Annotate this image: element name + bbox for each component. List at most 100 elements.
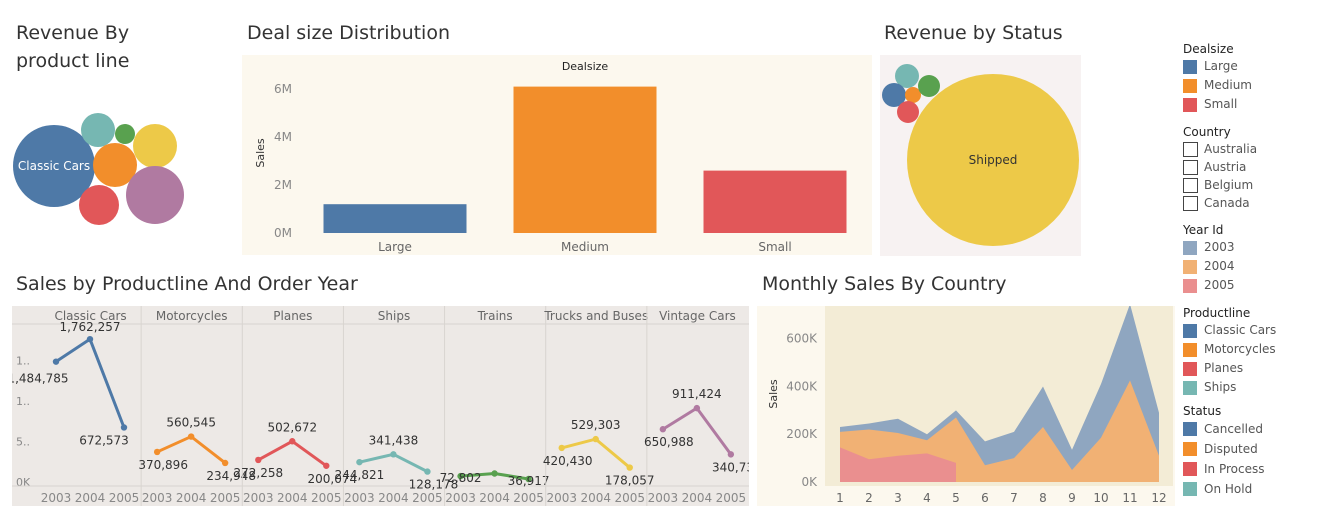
legend-label: Ships <box>1204 380 1237 394</box>
legend-productline-item[interactable]: Classic Cars <box>1183 321 1333 340</box>
y-axis-label: Sales <box>767 379 780 409</box>
legend-dealsize-item[interactable]: Medium <box>1183 76 1333 95</box>
y-tick-label: 4M <box>274 130 292 144</box>
data-label: 529,303 <box>571 418 621 432</box>
data-label: 370,896 <box>138 458 188 472</box>
bubble-item-5 <box>126 166 184 224</box>
legend-productline-item[interactable]: Motorcycles <box>1183 340 1333 359</box>
legend-country-filter[interactable]: Canada <box>1183 194 1333 212</box>
data-point <box>120 424 128 431</box>
legend-swatch <box>1183 482 1197 496</box>
x-tick-label: 2003 <box>648 491 679 505</box>
y-tick-label: 5.. <box>16 435 30 448</box>
data-point <box>693 404 701 412</box>
dealsize-chart-title: Deal size Distribution <box>247 22 451 44</box>
legend-label: Planes <box>1204 361 1244 375</box>
legend-status-item[interactable]: Disputed <box>1183 439 1333 459</box>
y-tick-label: 400K <box>786 379 818 393</box>
x-tick-label: 10 <box>1093 491 1108 505</box>
legend-productline-item[interactable]: Planes <box>1183 359 1333 378</box>
productline-year-chart-title: Sales by Productline And Order Year <box>16 273 358 295</box>
x-tick-label: 3 <box>894 491 902 505</box>
panel-header: Trains <box>477 309 513 323</box>
y-axis-label: Sales <box>254 138 267 168</box>
x-tick-label: 2003 <box>243 491 274 505</box>
data-label: 650,988 <box>644 435 694 449</box>
data-point <box>323 462 330 469</box>
legend-swatch <box>1183 361 1197 376</box>
x-tick-label: 9 <box>1068 491 1076 505</box>
legend-status-item[interactable]: In Process <box>1183 459 1333 479</box>
y-tick-label: 600K <box>786 332 818 346</box>
data-label: 420,430 <box>543 454 593 468</box>
data-point <box>153 448 161 456</box>
bubble-item-3 <box>133 124 177 168</box>
y-tick-label: 0K <box>16 476 31 489</box>
data-label: 341,438 <box>369 433 419 447</box>
legend-label: Disputed <box>1204 441 1258 456</box>
legend-country: Country Australia Austria Belgium Canada <box>1183 124 1333 212</box>
monthly-chart-title: Monthly Sales By Country <box>762 273 1007 295</box>
data-point <box>289 438 296 445</box>
data-point <box>221 459 229 467</box>
legend-label: Austria <box>1204 160 1247 174</box>
checkbox-icon[interactable] <box>1183 177 1198 193</box>
x-tick-label: 2003 <box>546 491 577 505</box>
legend-status-title: Status <box>1183 404 1222 418</box>
legend-year-item[interactable]: 2003 <box>1183 238 1333 257</box>
legend-label: Canada <box>1204 196 1250 210</box>
x-tick-label: 2004 <box>682 491 713 505</box>
x-tick-label: 2004 <box>580 491 611 505</box>
checkbox-icon[interactable] <box>1183 195 1198 211</box>
legend-country-filter[interactable]: Australia <box>1183 140 1333 158</box>
bubble-item-2 <box>115 124 135 144</box>
panel-header: Planes <box>273 309 312 323</box>
x-tick-label: 2003 <box>445 491 476 505</box>
data-point <box>86 335 94 343</box>
legend-label: 2005 <box>1204 278 1235 292</box>
legend-year-item[interactable]: 2005 <box>1183 276 1333 295</box>
status-bubble-chart: Shipped <box>880 55 1081 256</box>
legend-dealsize-item[interactable]: Small <box>1183 95 1333 114</box>
legend-country-filter[interactable]: Austria <box>1183 158 1333 176</box>
bubble-chart-title: Revenue By product line <box>16 22 130 72</box>
checkbox-icon[interactable] <box>1183 141 1198 157</box>
monthly-area-chart: 0K200K400K600KSales1 2 3 4 5 6 7 8 9 10 11 12 <box>757 306 1175 506</box>
status-bubble-label: Shipped <box>969 153 1018 167</box>
legend-year-item[interactable]: 2004 <box>1183 257 1333 276</box>
x-tick-label: 2005 <box>311 491 342 505</box>
legend-label: On Hold <box>1204 481 1253 496</box>
legend-country-title: Country <box>1183 125 1231 139</box>
legend-swatch <box>1183 342 1197 357</box>
x-tick-label: 2005 <box>716 491 747 505</box>
x-tick-label: 2005 <box>412 491 443 505</box>
bubble-label: Classic Cars <box>18 159 90 173</box>
legend-country-filter[interactable]: Belgium <box>1183 176 1333 194</box>
data-label: 502,672 <box>267 420 317 434</box>
legend-swatch <box>1183 278 1197 293</box>
x-tick-label: 2 <box>865 491 873 505</box>
legend-status-item[interactable]: Cancelled <box>1183 419 1333 439</box>
data-point <box>727 451 735 458</box>
data-label: 72,802 <box>440 471 482 485</box>
legend-productline-item[interactable]: Ships <box>1183 378 1333 397</box>
legend-year: Year Id 2003 2004 2005 <box>1183 222 1333 295</box>
x-tick-label: 4 <box>923 491 931 505</box>
checkbox-icon[interactable] <box>1183 159 1198 175</box>
status-chart-title: Revenue by Status <box>884 22 1063 44</box>
legend-label: In Process <box>1204 461 1265 476</box>
legend-status-item[interactable]: On Hold <box>1183 479 1333 499</box>
bar-large <box>323 204 467 233</box>
legend-panel: Dealsize Large Medium Small Country Austra… <box>1183 38 1333 509</box>
legend-label: Large <box>1204 59 1238 73</box>
legend-year-title: Year Id <box>1183 223 1224 237</box>
legend-label: Belgium <box>1204 178 1254 192</box>
data-point <box>187 433 195 440</box>
legend-dealsize-item[interactable]: Large <box>1183 57 1333 76</box>
legend-swatch <box>1183 422 1197 436</box>
dealsize-bar-chart: Dealsize 0M 2M 4M 6M Sales Large Medium Small <box>242 55 872 255</box>
legend-label: Cancelled <box>1204 421 1263 436</box>
data-point <box>558 444 565 452</box>
x-tick-label: 2004 <box>75 491 106 505</box>
panel-header: Motorcycles <box>156 309 228 323</box>
